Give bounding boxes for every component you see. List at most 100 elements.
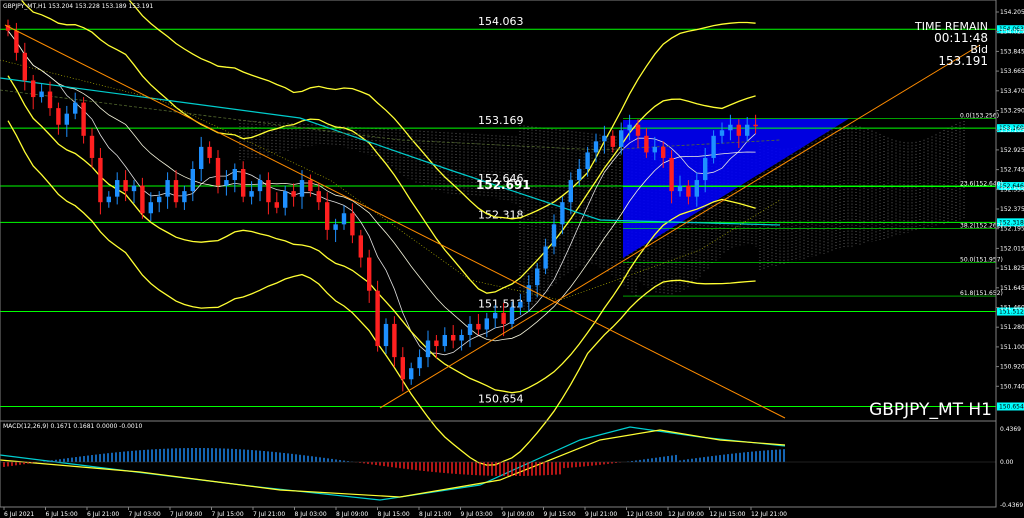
- candle-bull: [719, 130, 725, 136]
- candle-bear: [400, 357, 405, 380]
- candle-bear: [736, 124, 741, 136]
- candle-bull: [64, 113, 69, 125]
- candle-bear: [98, 157, 103, 203]
- candle-bull: [652, 146, 657, 153]
- price-tick-label: 150.740: [1000, 383, 1024, 390]
- candle-bull: [283, 191, 288, 208]
- candle-bull: [728, 124, 733, 131]
- candle-bear: [375, 290, 380, 347]
- candle-bull: [39, 91, 44, 98]
- candle-bull: [224, 180, 229, 186]
- candle-bull: [677, 185, 683, 192]
- candle-bear: [173, 180, 179, 203]
- time-tick-label: 8 Jul 21:00: [419, 511, 451, 518]
- price-tick-label: 150.920: [1000, 364, 1024, 371]
- time-tick-label: 7 Jul 15:00: [212, 511, 244, 518]
- candle-bear: [308, 180, 313, 192]
- candle-bear: [635, 124, 641, 136]
- time-tick-label: 7 Jul 21:00: [253, 511, 285, 518]
- candle-bear: [56, 108, 61, 125]
- candle-bull: [535, 268, 540, 286]
- candle-bull: [711, 135, 716, 158]
- candle-bull: [745, 124, 750, 136]
- price-tick-label: 152.015: [1000, 245, 1024, 252]
- price-tick-label: 151.100: [1000, 344, 1024, 351]
- candle-bear: [14, 30, 19, 53]
- price-tick-label: 152.745: [1000, 167, 1024, 174]
- candle-bull: [190, 169, 195, 192]
- price-tick-label: 154.205: [1000, 9, 1024, 16]
- candle-bull: [249, 191, 254, 197]
- candle-bear: [241, 169, 246, 197]
- candle-bear: [274, 202, 279, 208]
- time-tick-label: 8 Jul 15:00: [378, 511, 410, 518]
- candle-bull: [694, 180, 699, 197]
- candle-bear: [31, 80, 36, 98]
- candle-bear: [476, 323, 481, 330]
- symbol-label: GBPJPY_MT H1: [869, 400, 992, 420]
- candle-bear: [753, 124, 758, 127]
- time-tick-label: 12 Jul 03:00: [627, 511, 663, 518]
- time-tick-label: 7 Jul 09:00: [170, 511, 202, 518]
- candle-bull: [703, 157, 708, 181]
- candle-bull: [299, 180, 305, 197]
- candle-bull: [619, 130, 624, 147]
- candle-bull: [602, 135, 607, 142]
- candle-bear: [644, 135, 649, 153]
- price-tick-label: 153.290: [1000, 108, 1024, 115]
- price-tick-label: 152.195: [1000, 226, 1024, 233]
- candle-bull: [131, 185, 137, 192]
- candle-bull: [568, 180, 573, 203]
- macd-axis-label: -0.4369: [1000, 502, 1023, 509]
- candle-bear: [140, 185, 145, 214]
- candle-bull: [577, 169, 582, 181]
- level-label: 151.512: [478, 298, 524, 311]
- candle-bull: [593, 141, 599, 153]
- candle-bear: [325, 202, 330, 230]
- time-tick-label: 12 Jul 15:00: [710, 511, 746, 518]
- candle-bear: [123, 180, 128, 192]
- candle-bull: [106, 196, 111, 203]
- price-tick-label: 152.375: [1000, 206, 1024, 213]
- candle-bull: [467, 323, 473, 335]
- time-tick-label: 12 Jul 21:00: [751, 511, 787, 518]
- candle-bear: [47, 91, 53, 109]
- candle-bear: [669, 157, 674, 192]
- candle-bull: [73, 102, 78, 114]
- price-tick-label: 151.460: [1000, 305, 1024, 312]
- candle-bull: [148, 202, 153, 214]
- chart-background: [0, 0, 1024, 518]
- price-tick-label: 153.105: [1000, 127, 1024, 134]
- level-label: 152.318: [478, 208, 524, 221]
- macd-header: MACD(12,26,9) 0.1671 0.1681 0.0000 -0.00…: [3, 423, 143, 430]
- candle-bear: [291, 191, 296, 197]
- candle-bull: [459, 335, 464, 341]
- candle-bear: [22, 52, 27, 81]
- candle-bull: [484, 318, 489, 330]
- time-tick-label: 9 Jul 15:00: [544, 511, 576, 518]
- candle-bull: [543, 246, 548, 269]
- fibo-label: 0.0(153.256): [960, 113, 999, 120]
- macd-axis-label: 0.4369: [1000, 426, 1021, 433]
- chart-window[interactable]: 154.063153.169152.646152.318151.512150.6…: [0, 0, 1024, 518]
- candle-bull: [232, 169, 237, 181]
- candle-bull: [425, 340, 431, 358]
- candle-bear: [266, 180, 271, 203]
- candle-bull: [115, 180, 120, 197]
- candle-bear: [501, 312, 506, 324]
- candle-bear: [358, 235, 363, 258]
- bid-value: 153.191: [938, 54, 988, 68]
- level-label: 154.063: [478, 15, 524, 28]
- candle-bull: [341, 213, 347, 225]
- candle-bear: [215, 157, 221, 186]
- candle-bull: [493, 312, 498, 319]
- candle-bull: [442, 335, 447, 347]
- candle-bull: [409, 368, 414, 380]
- candle-bull: [165, 180, 170, 197]
- candle-bear: [610, 135, 615, 147]
- price-tick-label: 153.845: [1000, 48, 1024, 55]
- candle-bull: [518, 301, 523, 308]
- time-tick-label: 6 Jul 15:00: [46, 511, 78, 518]
- time-tick-label: 8 Jul 03:00: [295, 511, 327, 518]
- candle-bear: [316, 191, 321, 203]
